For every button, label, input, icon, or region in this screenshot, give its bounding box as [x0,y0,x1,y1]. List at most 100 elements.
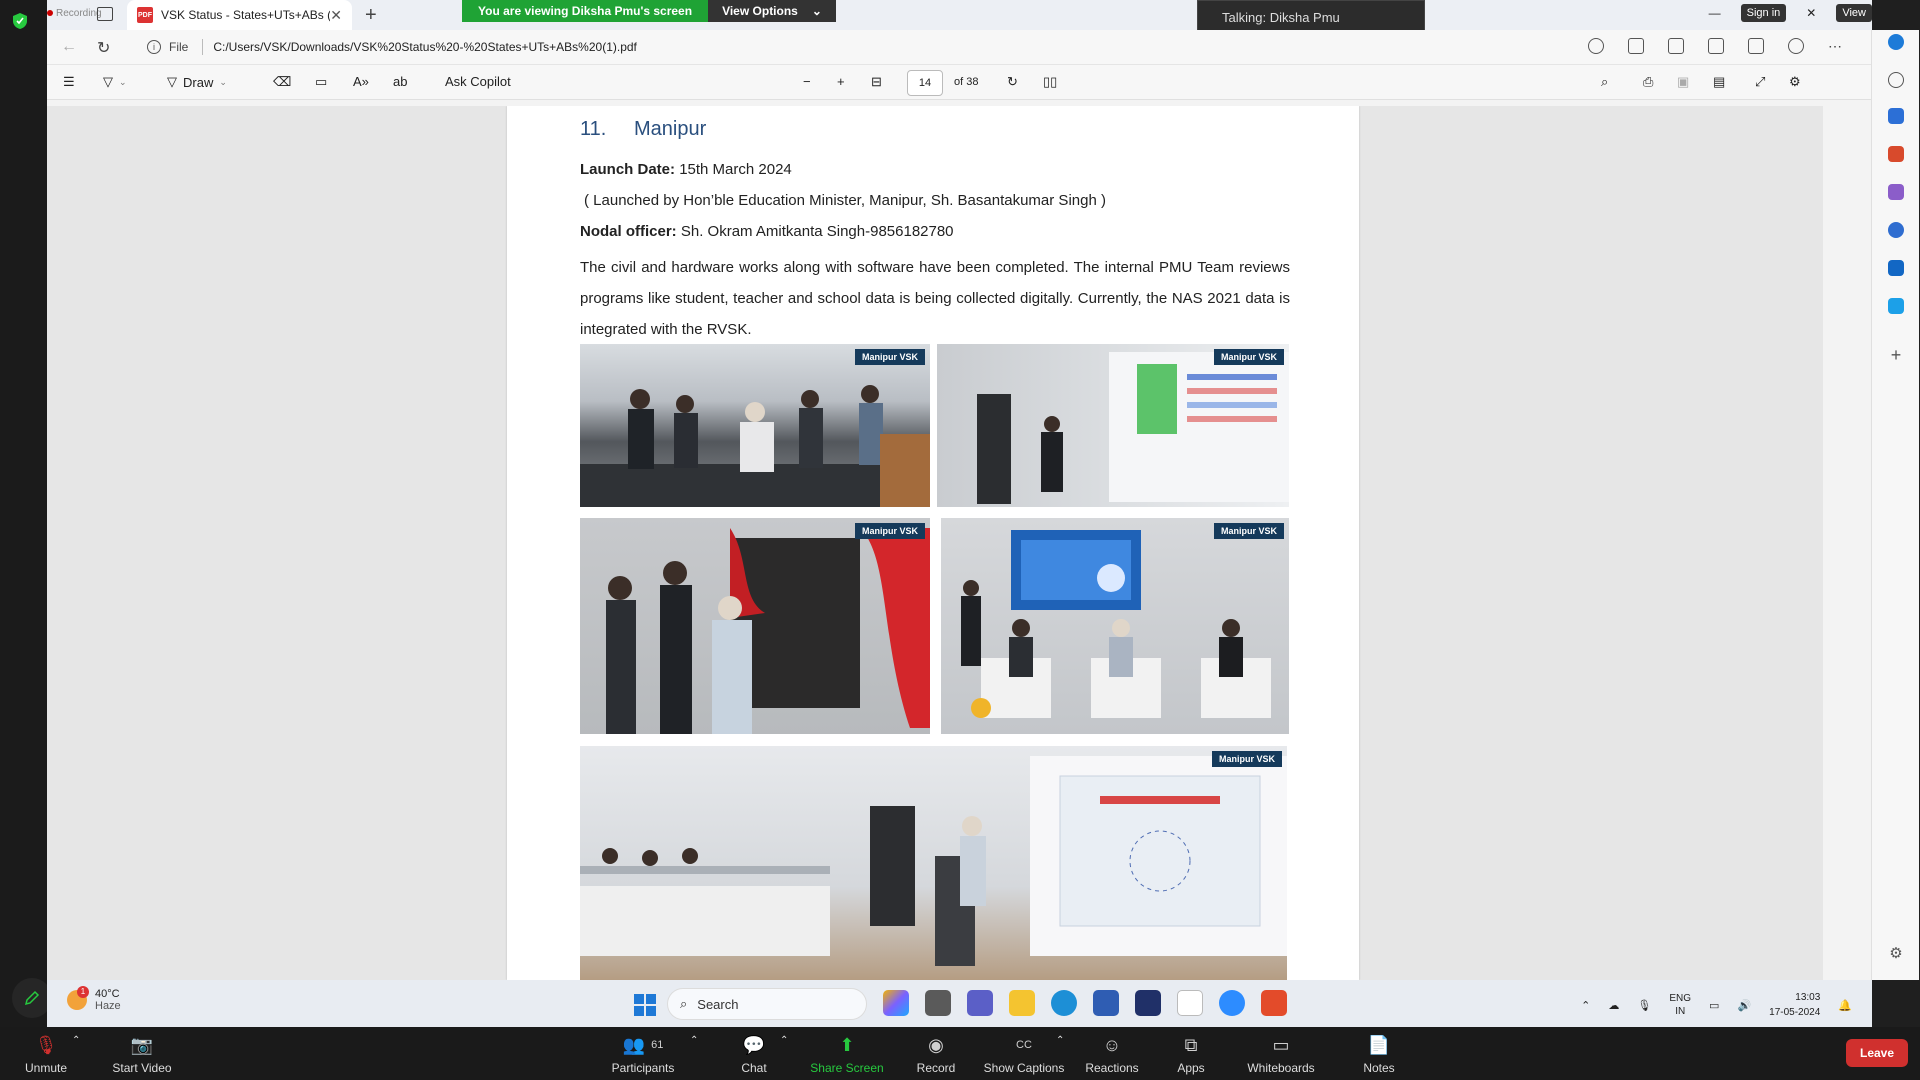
share-screen-button[interactable]: ⬆ Share Screen [808,1033,886,1076]
draw-icon: ▽ [167,74,177,89]
outlook-icon[interactable] [1888,260,1904,276]
start-video-button[interactable]: 📷 Start Video [106,1033,178,1076]
volume-icon[interactable]: 🔊 [1737,999,1751,1012]
record-button[interactable]: ◉ Record [910,1033,962,1076]
captions-chevron-icon[interactable]: ⌃ [1056,1035,1064,1046]
page-view-icon[interactable]: ▯▯ [1043,74,1057,90]
chat-label: Chat [741,1061,767,1075]
games-icon[interactable] [1888,184,1904,200]
copilot-icon[interactable] [1888,34,1904,50]
apps-button[interactable]: ⧉ Apps [1170,1033,1212,1076]
settings-gear-icon[interactable]: ⚙ [1888,946,1904,962]
minimize-icon[interactable]: — [1709,6,1721,20]
favorites-icon[interactable] [1708,38,1724,54]
settings-gear-icon[interactable]: ⚙ [1789,74,1801,90]
close-tab-icon[interactable]: ✕ [330,7,342,24]
fit-page-icon[interactable]: ⊟ [871,74,882,90]
record-icon: ◉ [928,1034,944,1055]
copilot-app-icon[interactable] [883,990,909,1016]
search-icon[interactable]: ⌕ [1601,74,1608,90]
highlight-icon[interactable]: ▽ ⌄ [103,74,127,90]
microphone-icon[interactable]: 🎙 [1637,999,1651,1012]
file-explorer-icon[interactable] [1009,990,1035,1016]
chevron-up-icon[interactable]: ⌃ [1581,999,1590,1012]
participants-chevron-icon[interactable]: ⌃ [690,1035,698,1046]
save-icon[interactable]: ▣ [1677,74,1689,90]
fullscreen-icon[interactable]: ⤢ [1755,74,1765,90]
unmute-button[interactable]: 🎙 Unmute [18,1033,74,1076]
back-icon[interactable]: ← [61,38,77,56]
add-icon[interactable]: + [1888,346,1904,364]
collections-icon[interactable] [1748,38,1764,54]
new-tab-button[interactable]: + [365,4,377,27]
eraser-icon[interactable]: ⌫ [273,74,291,90]
notepad-icon[interactable] [1177,990,1203,1016]
translate-icon[interactable]: ab [393,74,407,89]
extensions-icon[interactable] [1788,38,1804,54]
annotate-pencil-button[interactable] [12,978,52,1018]
view-options-button[interactable]: View Options ⌄ [708,0,836,22]
save-as-icon[interactable]: ▤ [1713,74,1725,90]
contents-icon[interactable]: ☰ [63,74,75,90]
read-aloud-icon[interactable]: A» [353,74,369,89]
zoom-app-icon[interactable] [1219,990,1245,1016]
refresh-icon[interactable]: ↻ [97,38,110,58]
close-window-icon[interactable]: ✕ [1806,6,1816,20]
sign-in-button[interactable]: Sign in [1740,4,1787,22]
photo-tag: Manipur VSK [854,349,925,365]
address-bar[interactable]: i File C:/Users/VSK/Downloads/VSK%20Stat… [147,35,1527,59]
view-button[interactable]: View [1836,4,1872,22]
text-box-icon[interactable]: ▭ [315,74,327,90]
notes-button[interactable]: 📄 Notes [1360,1033,1398,1076]
tab-actions-icon[interactable] [97,7,113,21]
search-icon[interactable] [1888,72,1904,88]
reactions-button[interactable]: ☺ Reactions [1082,1033,1142,1076]
split-screen-icon[interactable] [1668,38,1684,54]
muted-microphone-icon: 🎙 [34,1034,58,1055]
weather-widget[interactable]: 1 40°C Haze [67,986,121,1012]
zoom-out-icon[interactable]: − [803,74,811,89]
language-indicator[interactable]: ENG IN [1669,992,1691,1018]
notification-bell-icon[interactable]: 🔔 [1838,999,1852,1012]
microsoft-365-icon[interactable] [1888,222,1904,238]
show-captions-label: Show Captions [983,1061,1065,1075]
edge-icon[interactable] [1051,990,1077,1016]
edge-sidebar: + ⚙ [1871,30,1919,980]
whiteboards-button[interactable]: ▭ Whiteboards [1244,1033,1318,1076]
pdf-app-icon[interactable] [1261,990,1287,1016]
chat-chevron-icon[interactable]: ⌃ [780,1035,788,1046]
leave-button[interactable]: Leave [1846,1039,1908,1067]
taskbar-search[interactable]: ⌕ Search [667,988,867,1020]
zoom-in-icon[interactable]: + [837,74,845,89]
shopping-tag-icon[interactable] [1888,108,1904,124]
teams-icon[interactable] [967,990,993,1016]
participants-button[interactable]: 👥 61 Participants [606,1033,680,1076]
store-icon[interactable] [1093,990,1119,1016]
share-screen-icon: ⬆ [839,1034,855,1055]
draw-button[interactable]: ▽ Draw ⌄ [167,74,227,90]
network-icon[interactable]: ▭ [1709,999,1719,1012]
print-icon[interactable]: ⎙ [1643,74,1653,90]
clock[interactable]: 13:03 17-05-2024 [1769,990,1820,1020]
title-bar: Recording PDF VSK Status - States+UTs+AB… [47,0,1872,33]
send-icon[interactable] [1888,298,1904,314]
chat-button[interactable]: 💬 Chat [734,1033,774,1076]
page-number-input[interactable]: 14 [907,70,943,96]
more-options-icon[interactable]: ⋯ [1828,38,1842,55]
audio-options-chevron-icon[interactable]: ⌃ [72,1035,80,1046]
language-code: ENG [1669,993,1692,1004]
taskbar-apps [883,990,1287,1016]
zoom-icon[interactable] [1588,38,1604,54]
launch-date-label: Launch Date: [580,161,676,178]
onedrive-icon[interactable]: ☁ [1608,999,1619,1012]
rotate-icon[interactable]: ↻ [1007,74,1018,90]
webex-icon[interactable] [1135,990,1161,1016]
task-view-icon[interactable] [925,990,951,1016]
windows-start-icon[interactable] [634,994,656,1016]
ask-copilot-button[interactable]: Ask Copilot [445,74,511,89]
tools-icon[interactable] [1888,146,1904,162]
tab-pdf[interactable]: PDF VSK Status - States+UTs+ABs (1) ✕ [127,0,352,30]
show-captions-button[interactable]: CC Show Captions [982,1033,1066,1075]
unveiling-illustration [606,528,930,734]
favorite-star-icon[interactable] [1628,38,1644,54]
